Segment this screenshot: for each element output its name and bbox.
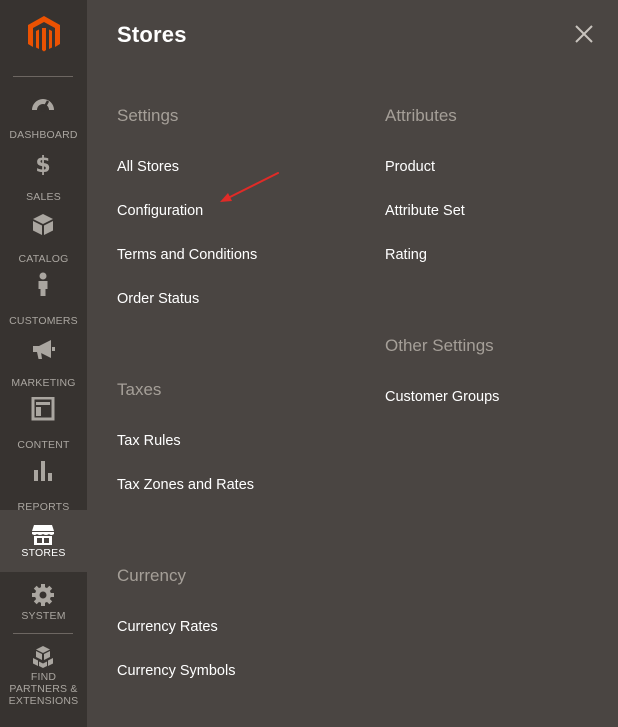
sidebar-item-dashboard[interactable]: DASHBOARD [0, 86, 87, 148]
layout-icon [30, 396, 56, 421]
link-order-status[interactable]: Order Status [117, 291, 199, 307]
link-currency-symbols[interactable]: Currency Symbols [117, 663, 235, 679]
link-terms-and-conditions[interactable]: Terms and Conditions [117, 247, 257, 263]
person-icon [30, 272, 56, 296]
sidebar-item-label: FIND PARTNERS & EXTENSIONS [8, 671, 79, 707]
sidebar-item-system[interactable]: SYSTEM [0, 582, 87, 644]
sidebar-item-label: STORES [21, 547, 66, 559]
section-title-currency: Currency [117, 566, 186, 585]
gear-icon [30, 583, 56, 607]
panel-title: Stores [117, 22, 187, 47]
section-title-attributes: Attributes [385, 106, 457, 125]
sidebar-item-sales[interactable]: $ SALES [0, 148, 87, 210]
sidebar-item-label: SALES [26, 191, 61, 203]
dollar-icon: $ [30, 151, 56, 178]
admin-sidebar: DASHBOARD $ SALES CATALOG CUSTOMERS MARK… [0, 0, 87, 727]
link-product[interactable]: Product [385, 159, 435, 175]
link-customer-groups[interactable]: Customer Groups [385, 389, 499, 405]
dashboard-icon [30, 92, 56, 116]
sidebar-divider [13, 76, 73, 77]
annotation-arrow-icon [220, 172, 279, 202]
sidebar-item-label: CONTENT [17, 439, 70, 451]
sidebar-item-content[interactable]: CONTENT [0, 396, 87, 458]
box-icon [30, 212, 56, 236]
link-currency-rates[interactable]: Currency Rates [117, 619, 218, 635]
section-title-other-settings: Other Settings [385, 336, 494, 355]
sidebar-item-find-partners[interactable]: FIND PARTNERS & EXTENSIONS [0, 643, 87, 707]
sidebar-item-catalog[interactable]: CATALOG [0, 210, 87, 272]
sidebar-item-label: CUSTOMERS [9, 315, 78, 327]
sidebar-item-label: CATALOG [18, 253, 69, 265]
stores-menu-panel: Stores Settings All Stores Configuration… [87, 0, 618, 727]
sidebar-item-customers[interactable]: CUSTOMERS [0, 272, 87, 334]
link-attribute-set[interactable]: Attribute Set [385, 203, 465, 219]
cubes-icon [30, 645, 56, 669]
section-title-taxes: Taxes [117, 380, 162, 399]
bar-chart-icon [30, 459, 56, 483]
megaphone-icon [30, 338, 56, 362]
sidebar-item-marketing[interactable]: MARKETING [0, 334, 87, 396]
link-all-stores[interactable]: All Stores [117, 159, 179, 175]
link-tax-zones-and-rates[interactable]: Tax Zones and Rates [117, 477, 254, 493]
close-icon[interactable] [573, 23, 595, 45]
magento-logo-icon[interactable] [22, 12, 66, 56]
sidebar-item-label: DASHBOARD [9, 129, 78, 141]
sidebar-divider [13, 633, 73, 634]
link-tax-rules[interactable]: Tax Rules [117, 433, 181, 449]
sidebar-item-label: MARKETING [11, 377, 76, 389]
link-configuration[interactable]: Configuration [117, 203, 203, 219]
link-rating[interactable]: Rating [385, 247, 427, 263]
storefront-icon [30, 523, 56, 547]
sidebar-item-stores[interactable]: STORES [0, 510, 87, 572]
sidebar-item-label: SYSTEM [21, 610, 66, 622]
svg-text:$: $ [35, 153, 50, 175]
section-title-settings: Settings [117, 106, 179, 125]
